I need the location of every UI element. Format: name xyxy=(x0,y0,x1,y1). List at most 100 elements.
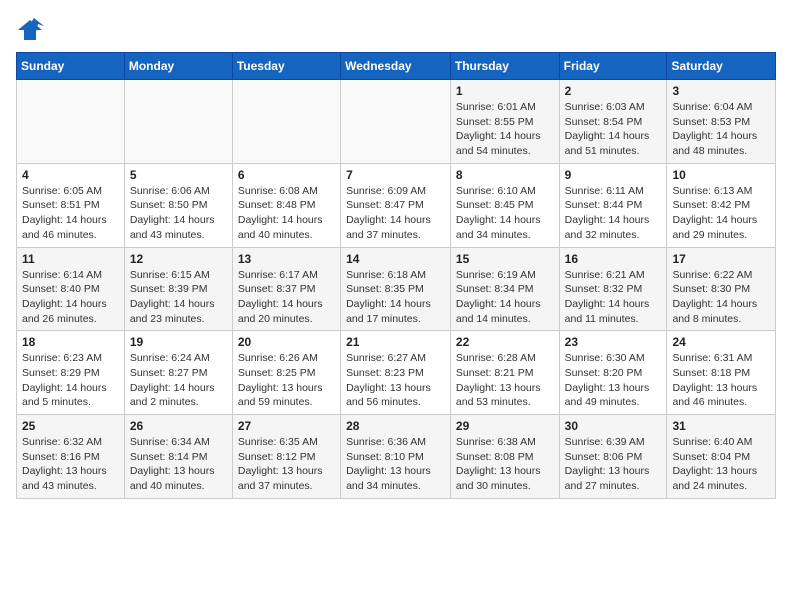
day-number: 12 xyxy=(130,252,227,266)
calendar-day-cell: 31 Sunrise: 6:40 AM Sunset: 8:04 PM Dayli… xyxy=(667,415,776,499)
day-number: 1 xyxy=(456,84,554,98)
day-number: 13 xyxy=(238,252,335,266)
calendar-day-cell: 16 Sunrise: 6:21 AM Sunset: 8:32 PM Dayli… xyxy=(559,247,667,331)
day-info: Sunrise: 6:21 AM Sunset: 8:32 PM Dayligh… xyxy=(565,268,662,327)
weekday-header: Friday xyxy=(559,53,667,80)
day-number: 31 xyxy=(672,419,770,433)
day-info: Sunrise: 6:30 AM Sunset: 8:20 PM Dayligh… xyxy=(565,351,662,410)
calendar-day-cell: 5Sunrise: 6:06 AM Sunset: 8:50 PM Daylig… xyxy=(124,163,232,247)
day-info: Sunrise: 6:08 AM Sunset: 8:48 PM Dayligh… xyxy=(238,184,335,243)
calendar-day-cell: 4 Sunrise: 6:05 AM Sunset: 8:51 PM Daylig… xyxy=(17,163,125,247)
calendar-day-cell: 14 Sunrise: 6:18 AM Sunset: 8:35 PM Dayli… xyxy=(341,247,451,331)
calendar-day-cell: 3 Sunrise: 6:04 AM Sunset: 8:53 PM Daylig… xyxy=(667,80,776,164)
day-info: Sunrise: 6:22 AM Sunset: 8:30 PM Dayligh… xyxy=(672,268,770,327)
calendar-day-cell: 17 Sunrise: 6:22 AM Sunset: 8:30 PM Dayli… xyxy=(667,247,776,331)
day-number: 4 xyxy=(22,168,119,182)
day-number: 11 xyxy=(22,252,119,266)
weekday-row: SundayMondayTuesdayWednesdayThursdayFrid… xyxy=(17,53,776,80)
calendar-day-cell: 23Sunrise: 6:30 AM Sunset: 8:20 PM Dayli… xyxy=(559,331,667,415)
weekday-header: Monday xyxy=(124,53,232,80)
calendar-day-cell: 11 Sunrise: 6:14 AM Sunset: 8:40 PM Dayli… xyxy=(17,247,125,331)
calendar-table: SundayMondayTuesdayWednesdayThursdayFrid… xyxy=(16,52,776,499)
day-info: Sunrise: 6:14 AM Sunset: 8:40 PM Dayligh… xyxy=(22,268,119,327)
calendar-day-cell xyxy=(17,80,125,164)
calendar-day-cell: 13 Sunrise: 6:17 AM Sunset: 8:37 PM Dayli… xyxy=(232,247,340,331)
calendar-day-cell: 19 Sunrise: 6:24 AM Sunset: 8:27 PM Dayli… xyxy=(124,331,232,415)
day-info: Sunrise: 6:13 AM Sunset: 8:42 PM Dayligh… xyxy=(672,184,770,243)
day-number: 28 xyxy=(346,419,445,433)
day-number: 9 xyxy=(565,168,662,182)
day-info: Sunrise: 6:15 AM Sunset: 8:39 PM Dayligh… xyxy=(130,268,227,327)
day-number: 7 xyxy=(346,168,445,182)
day-number: 22 xyxy=(456,335,554,349)
day-number: 8 xyxy=(456,168,554,182)
day-info: Sunrise: 6:01 AM Sunset: 8:55 PM Dayligh… xyxy=(456,100,554,159)
day-info: Sunrise: 6:36 AM Sunset: 8:10 PM Dayligh… xyxy=(346,435,445,494)
weekday-header: Saturday xyxy=(667,53,776,80)
day-info: Sunrise: 6:17 AM Sunset: 8:37 PM Dayligh… xyxy=(238,268,335,327)
day-number: 2 xyxy=(565,84,662,98)
calendar-week-row: 11 Sunrise: 6:14 AM Sunset: 8:40 PM Dayli… xyxy=(17,247,776,331)
calendar-day-cell: 15Sunrise: 6:19 AM Sunset: 8:34 PM Dayli… xyxy=(450,247,559,331)
logo xyxy=(16,16,48,44)
calendar-day-cell: 26 Sunrise: 6:34 AM Sunset: 8:14 PM Dayli… xyxy=(124,415,232,499)
day-info: Sunrise: 6:32 AM Sunset: 8:16 PM Dayligh… xyxy=(22,435,119,494)
calendar-day-cell: 8 Sunrise: 6:10 AM Sunset: 8:45 PM Daylig… xyxy=(450,163,559,247)
day-info: Sunrise: 6:40 AM Sunset: 8:04 PM Dayligh… xyxy=(672,435,770,494)
weekday-header: Tuesday xyxy=(232,53,340,80)
day-number: 14 xyxy=(346,252,445,266)
calendar-day-cell xyxy=(232,80,340,164)
weekday-header: Thursday xyxy=(450,53,559,80)
day-info: Sunrise: 6:39 AM Sunset: 8:06 PM Dayligh… xyxy=(565,435,662,494)
day-info: Sunrise: 6:05 AM Sunset: 8:51 PM Dayligh… xyxy=(22,184,119,243)
day-info: Sunrise: 6:18 AM Sunset: 8:35 PM Dayligh… xyxy=(346,268,445,327)
day-info: Sunrise: 6:28 AM Sunset: 8:21 PM Dayligh… xyxy=(456,351,554,410)
day-number: 27 xyxy=(238,419,335,433)
weekday-header: Sunday xyxy=(17,53,125,80)
day-info: Sunrise: 6:24 AM Sunset: 8:27 PM Dayligh… xyxy=(130,351,227,410)
day-info: Sunrise: 6:09 AM Sunset: 8:47 PM Dayligh… xyxy=(346,184,445,243)
day-number: 3 xyxy=(672,84,770,98)
day-info: Sunrise: 6:31 AM Sunset: 8:18 PM Dayligh… xyxy=(672,351,770,410)
day-info: Sunrise: 6:11 AM Sunset: 8:44 PM Dayligh… xyxy=(565,184,662,243)
calendar-day-cell: 28 Sunrise: 6:36 AM Sunset: 8:10 PM Dayli… xyxy=(341,415,451,499)
day-number: 20 xyxy=(238,335,335,349)
day-info: Sunrise: 6:26 AM Sunset: 8:25 PM Dayligh… xyxy=(238,351,335,410)
day-info: Sunrise: 6:35 AM Sunset: 8:12 PM Dayligh… xyxy=(238,435,335,494)
calendar-day-cell: 7 Sunrise: 6:09 AM Sunset: 8:47 PM Daylig… xyxy=(341,163,451,247)
header xyxy=(16,16,776,44)
day-number: 16 xyxy=(565,252,662,266)
calendar-header: SundayMondayTuesdayWednesdayThursdayFrid… xyxy=(17,53,776,80)
day-number: 26 xyxy=(130,419,227,433)
calendar-day-cell: 6 Sunrise: 6:08 AM Sunset: 8:48 PM Daylig… xyxy=(232,163,340,247)
calendar-day-cell: 12 Sunrise: 6:15 AM Sunset: 8:39 PM Dayli… xyxy=(124,247,232,331)
day-number: 19 xyxy=(130,335,227,349)
calendar-day-cell: 21 Sunrise: 6:27 AM Sunset: 8:23 PM Dayli… xyxy=(341,331,451,415)
calendar-week-row: 4 Sunrise: 6:05 AM Sunset: 8:51 PM Daylig… xyxy=(17,163,776,247)
day-number: 17 xyxy=(672,252,770,266)
calendar-day-cell: 22 Sunrise: 6:28 AM Sunset: 8:21 PM Dayli… xyxy=(450,331,559,415)
calendar-day-cell: 10 Sunrise: 6:13 AM Sunset: 8:42 PM Dayli… xyxy=(667,163,776,247)
day-info: Sunrise: 6:04 AM Sunset: 8:53 PM Dayligh… xyxy=(672,100,770,159)
calendar-day-cell: 29Sunrise: 6:38 AM Sunset: 8:08 PM Dayli… xyxy=(450,415,559,499)
day-info: Sunrise: 6:27 AM Sunset: 8:23 PM Dayligh… xyxy=(346,351,445,410)
day-number: 21 xyxy=(346,335,445,349)
day-number: 24 xyxy=(672,335,770,349)
calendar-day-cell: 2 Sunrise: 6:03 AM Sunset: 8:54 PM Daylig… xyxy=(559,80,667,164)
calendar-day-cell xyxy=(341,80,451,164)
calendar-day-cell: 20 Sunrise: 6:26 AM Sunset: 8:25 PM Dayli… xyxy=(232,331,340,415)
calendar-week-row: 1 Sunrise: 6:01 AM Sunset: 8:55 PM Daylig… xyxy=(17,80,776,164)
day-number: 10 xyxy=(672,168,770,182)
day-info: Sunrise: 6:03 AM Sunset: 8:54 PM Dayligh… xyxy=(565,100,662,159)
calendar-day-cell: 9 Sunrise: 6:11 AM Sunset: 8:44 PM Daylig… xyxy=(559,163,667,247)
day-number: 15 xyxy=(456,252,554,266)
day-number: 6 xyxy=(238,168,335,182)
day-info: Sunrise: 6:34 AM Sunset: 8:14 PM Dayligh… xyxy=(130,435,227,494)
day-number: 29 xyxy=(456,419,554,433)
day-info: Sunrise: 6:10 AM Sunset: 8:45 PM Dayligh… xyxy=(456,184,554,243)
calendar-day-cell: 1 Sunrise: 6:01 AM Sunset: 8:55 PM Daylig… xyxy=(450,80,559,164)
day-number: 25 xyxy=(22,419,119,433)
day-number: 30 xyxy=(565,419,662,433)
day-number: 5 xyxy=(130,168,227,182)
day-number: 18 xyxy=(22,335,119,349)
